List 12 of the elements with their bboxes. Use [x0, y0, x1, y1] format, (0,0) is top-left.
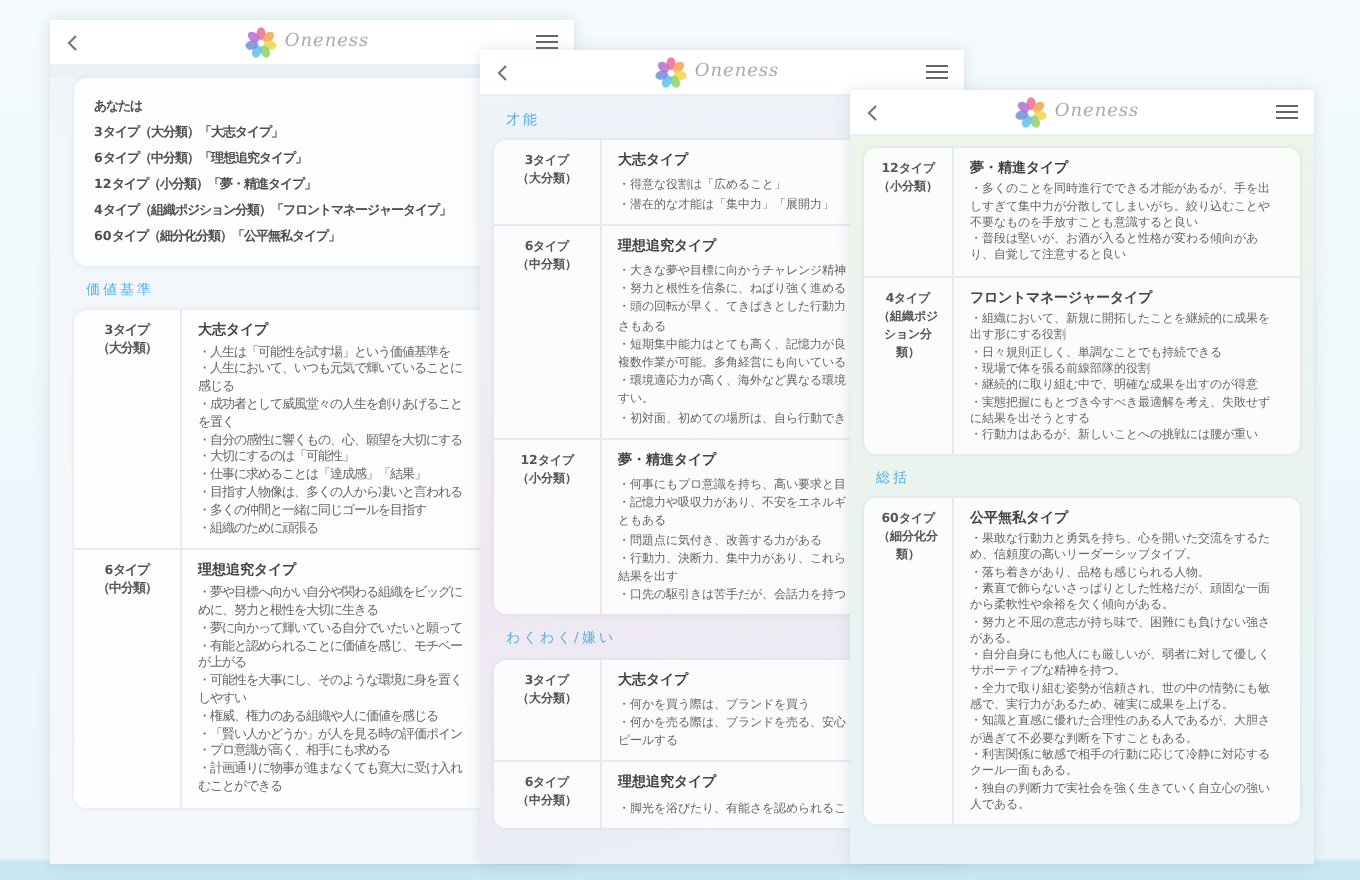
- brand-name: Oneness: [1054, 102, 1140, 122]
- back-icon[interactable]: [66, 33, 78, 51]
- back-icon[interactable]: [496, 63, 508, 81]
- flower-logo-icon: [654, 55, 689, 89]
- menu-icon[interactable]: [1276, 104, 1298, 120]
- back-icon[interactable]: [866, 103, 878, 121]
- menu-icon[interactable]: [536, 34, 558, 50]
- brand-name: Oneness: [284, 32, 370, 52]
- flower-logo-icon: [1014, 95, 1049, 129]
- brand-name: Oneness: [694, 62, 780, 82]
- menu-icon[interactable]: [926, 64, 948, 80]
- flower-logo-icon: [244, 25, 279, 59]
